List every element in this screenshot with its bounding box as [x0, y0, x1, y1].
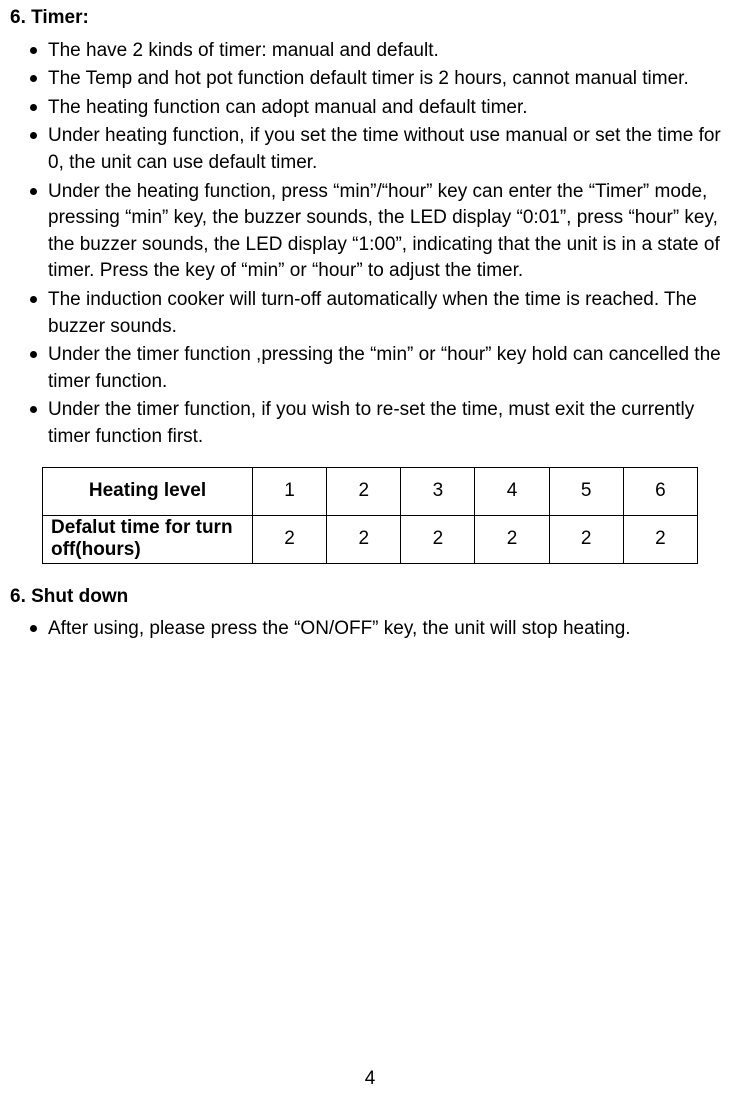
table-cell: 2	[327, 515, 401, 563]
table-cell: 2	[327, 467, 401, 515]
list-item: The heating function can adopt manual an…	[30, 95, 730, 122]
list-item: The have 2 kinds of timer: manual and de…	[30, 38, 730, 65]
table-row: Defalut time for turn off(hours) 2 2 2 2…	[43, 515, 698, 563]
table-row: Heating level 1 2 3 4 5 6	[43, 467, 698, 515]
list-item: After using, please press the “ON/OFF” k…	[30, 616, 730, 643]
timer-bullet-list: The have 2 kinds of timer: manual and de…	[10, 38, 730, 451]
list-item: Under the heating function, press “min”/…	[30, 179, 730, 285]
shutdown-bullet-list: After using, please press the “ON/OFF” k…	[10, 616, 730, 643]
list-item: The Temp and hot pot function default ti…	[30, 66, 730, 93]
table-cell: 6	[623, 467, 697, 515]
list-item: The induction cooker will turn-off autom…	[30, 287, 730, 340]
list-item: Under the timer function ,pressing the “…	[30, 342, 730, 395]
table-cell: 2	[475, 515, 549, 563]
section-heading-shutdown: 6. Shut down	[10, 584, 730, 611]
row-label-heating-level: Heating level	[43, 467, 253, 515]
table-cell: 1	[253, 467, 327, 515]
page-number: 4	[0, 1066, 740, 1093]
table-cell: 2	[549, 515, 623, 563]
table-cell: 3	[401, 467, 475, 515]
table-cell: 2	[401, 515, 475, 563]
table-cell: 4	[475, 467, 549, 515]
list-item: Under heating function, if you set the t…	[30, 123, 730, 176]
table-cell: 2	[253, 515, 327, 563]
section-heading-timer: 6. Timer:	[10, 5, 730, 32]
heating-table: Heating level 1 2 3 4 5 6 Defalut time f…	[42, 467, 698, 564]
table-cell: 2	[623, 515, 697, 563]
table-cell: 5	[549, 467, 623, 515]
list-item: Under the timer function, if you wish to…	[30, 397, 730, 450]
row-label-default-time: Defalut time for turn off(hours)	[43, 515, 253, 563]
